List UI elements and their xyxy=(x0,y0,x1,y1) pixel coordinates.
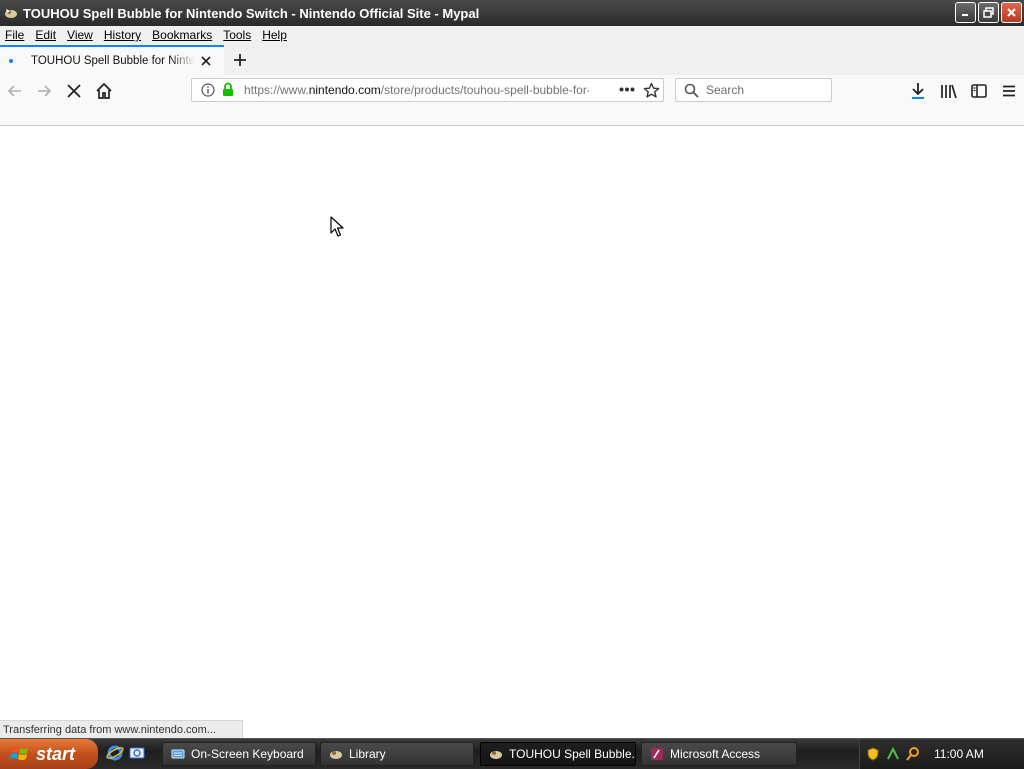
navigation-toolbar: https://www.nintendo.com/store/products/… xyxy=(0,75,1024,106)
close-icon xyxy=(201,56,211,66)
sidebar-icon xyxy=(971,84,987,98)
close-window-button[interactable] xyxy=(1001,2,1022,23)
security-shield-icon[interactable] xyxy=(866,747,880,761)
windows-flag-icon xyxy=(10,747,28,760)
page-actions-ellipsis-icon[interactable] xyxy=(619,87,635,92)
sidebar-toggle-button[interactable] xyxy=(967,79,991,103)
forward-arrow-icon xyxy=(38,85,52,97)
menu-edit[interactable]: Edit xyxy=(30,28,62,42)
menu-tools[interactable]: Tools xyxy=(218,28,257,42)
status-panel: Transferring data from www.nintendo.com.… xyxy=(0,720,243,738)
task-label: TOUHOU Spell Bubble... xyxy=(509,747,636,761)
menu-tools-label: Tools xyxy=(223,28,252,42)
keyboard-icon xyxy=(171,749,185,759)
window-title: TOUHOU Spell Bubble for Nintendo Switch … xyxy=(23,5,480,21)
home-icon xyxy=(96,82,112,99)
new-tab-button[interactable] xyxy=(230,50,250,70)
task-touhou-browser[interactable]: TOUHOU Spell Bubble... xyxy=(480,742,636,766)
download-arrow-icon xyxy=(912,83,924,99)
menu-bar: File Edit View History Bookmarks Tools H… xyxy=(0,26,1024,44)
tab-close-button[interactable] xyxy=(199,54,213,68)
menu-view-label: View xyxy=(67,28,93,42)
tab-strip: TOUHOU Spell Bubble for Nintendo Switch … xyxy=(0,44,1024,75)
mail-icon xyxy=(129,747,145,759)
page-content[interactable] xyxy=(0,126,1024,738)
window-titlebar[interactable]: TOUHOU Spell Bubble for Nintendo Switch … xyxy=(0,0,1024,26)
mypal-app-icon xyxy=(5,9,17,18)
ie-logo-icon xyxy=(106,745,124,761)
menu-file[interactable]: File xyxy=(0,28,30,42)
menu-bookmarks-label: Bookmarks xyxy=(152,28,213,42)
restore-icon xyxy=(983,7,994,18)
task-label: On-Screen Keyboard xyxy=(191,747,304,761)
toolbar-bottom-area xyxy=(0,106,1024,126)
outlook-express-icon[interactable] xyxy=(128,744,146,762)
url-text: https://www.nintendo.com/store/products/… xyxy=(244,83,589,97)
tab-title: TOUHOU Spell Bubble for Nintendo Switch … xyxy=(31,55,195,67)
menu-file-label: File xyxy=(5,28,25,42)
taskbar: start On-Screen Keyboard Library TOUHOU … xyxy=(0,738,1024,769)
start-label: start xyxy=(36,743,76,764)
menu-history-label: History xyxy=(103,28,142,42)
address-bar[interactable]: https://www.nintendo.com/store/products/… xyxy=(191,78,664,102)
library-button[interactable] xyxy=(937,79,961,103)
network-icon[interactable] xyxy=(886,747,900,761)
system-tray: 11:00 AM xyxy=(859,739,1024,769)
task-microsoft-access[interactable]: Microsoft Access xyxy=(641,742,797,766)
mypal-app-icon xyxy=(490,751,502,759)
tab-loading-indicator-icon xyxy=(9,59,13,63)
url-prefix: https://www. xyxy=(244,83,309,97)
menu-bookmarks[interactable]: Bookmarks xyxy=(147,28,218,42)
close-icon xyxy=(1007,8,1016,17)
mouse-cursor-icon xyxy=(330,216,344,237)
task-library[interactable]: Library xyxy=(320,742,474,766)
stop-button[interactable] xyxy=(62,79,86,103)
task-label: Microsoft Access xyxy=(670,747,761,761)
stop-icon xyxy=(67,84,81,98)
access-icon xyxy=(651,748,663,760)
home-button[interactable] xyxy=(92,79,116,103)
search-icon xyxy=(684,83,699,98)
secure-lock-icon[interactable] xyxy=(222,82,234,97)
task-label: Library xyxy=(349,747,386,761)
mypal-app-icon xyxy=(330,751,342,759)
search-input[interactable] xyxy=(706,82,824,98)
menu-help[interactable]: Help xyxy=(257,28,293,42)
url-host: nintendo.com xyxy=(308,83,381,97)
minimize-icon xyxy=(962,14,968,16)
menu-view[interactable]: View xyxy=(62,28,99,42)
plus-icon xyxy=(234,54,246,66)
task-on-screen-keyboard[interactable]: On-Screen Keyboard xyxy=(162,742,316,766)
library-icon xyxy=(941,84,957,99)
search-box[interactable] xyxy=(675,78,832,102)
restore-button[interactable] xyxy=(978,2,999,23)
downloads-button[interactable] xyxy=(906,79,930,103)
internet-explorer-icon[interactable] xyxy=(106,744,124,762)
menu-help-label: Help xyxy=(262,28,287,42)
tab-touhou[interactable]: TOUHOU Spell Bubble for Nintendo Switch … xyxy=(0,45,224,75)
window-controls xyxy=(955,2,1022,23)
menu-history[interactable]: History xyxy=(99,28,147,42)
main-menu-button[interactable] xyxy=(997,79,1021,103)
start-button[interactable]: start xyxy=(0,739,98,769)
hamburger-menu-icon xyxy=(1003,85,1015,97)
site-info-icon[interactable] xyxy=(201,83,215,97)
clock[interactable]: 11:00 AM xyxy=(934,747,984,761)
quick-launch xyxy=(106,744,146,762)
url-path: /store/products/touhou-spell-bubble-for-… xyxy=(380,83,589,97)
back-arrow-icon xyxy=(7,85,21,97)
bookmark-star-icon[interactable] xyxy=(643,82,660,99)
back-button[interactable] xyxy=(3,79,27,103)
forward-button[interactable] xyxy=(32,79,56,103)
minimize-button[interactable] xyxy=(955,2,976,23)
menu-edit-label: Edit xyxy=(35,28,57,42)
search-icon[interactable] xyxy=(906,747,920,761)
